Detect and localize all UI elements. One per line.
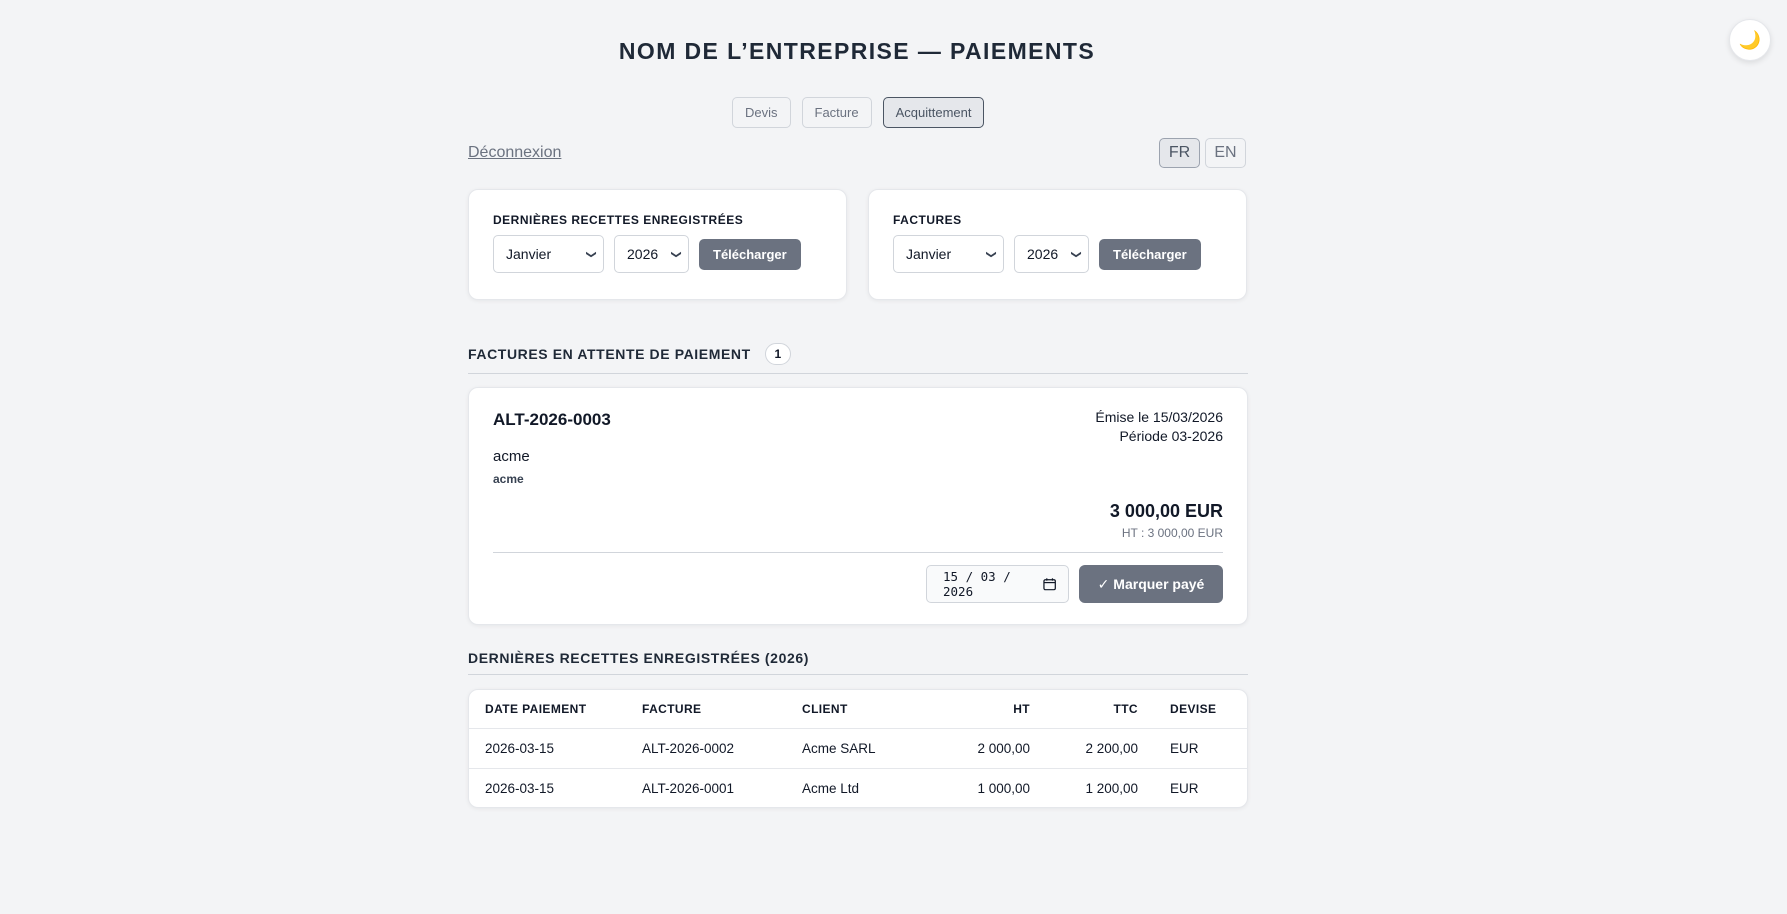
- invoices-year-value: 2026: [1027, 246, 1059, 262]
- invoice-client-sub: acme: [493, 472, 524, 486]
- invoices-month-value: Janvier: [906, 246, 952, 262]
- receipts-year-value: 2026: [627, 246, 659, 262]
- pending-count-badge: 1: [764, 343, 791, 365]
- payment-date-value: 15 / 03 / 2026: [943, 569, 1011, 599]
- cell-invoice: ALT-2026-0001: [642, 780, 735, 796]
- column-header-invoice: FACTURE: [642, 690, 802, 729]
- divider: [493, 552, 1223, 553]
- calendar-icon[interactable]: [1043, 577, 1056, 591]
- column-header-ttc: TTC: [1030, 690, 1138, 729]
- chevron-down-icon: ❯: [585, 249, 597, 259]
- receipts-section-title: DERNIÈRES RECETTES ENREGISTRÉES (2026): [468, 649, 809, 666]
- document-nav: Devis Facture Acquittement: [732, 97, 985, 128]
- invoice-ht-amount: HT : 3 000,00 EUR: [1121, 526, 1223, 540]
- column-header-date: DATE PAIEMENT: [469, 690, 642, 729]
- column-header-ht: HT: [932, 690, 1030, 729]
- chevron-down-icon: ❯: [1070, 249, 1082, 259]
- export-receipts-card: DERNIÈRES RECETTES ENREGISTRÉES Janvier …: [468, 189, 847, 300]
- pending-section-header: FACTURES EN ATTENTE DE PAIEMENT 1: [468, 343, 1248, 374]
- cell-ttc: 1 200,00: [1085, 780, 1138, 796]
- cell-currency: EUR: [1138, 728, 1247, 769]
- receipts-month-value: Janvier: [506, 246, 552, 262]
- invoices-year-select[interactable]: 2026 ❯: [1014, 235, 1089, 273]
- receipts-table-card: DATE PAIEMENT FACTURE CLIENT HT TTC DEVI…: [468, 689, 1248, 808]
- chevron-down-icon: ❯: [670, 249, 682, 259]
- lang-en-button[interactable]: EN: [1205, 138, 1246, 168]
- lang-fr-button[interactable]: FR: [1159, 138, 1200, 168]
- cell-payment-date: 2026-03-15: [485, 780, 555, 796]
- receipts-section-header: DERNIÈRES RECETTES ENREGISTRÉES (2026): [468, 649, 1248, 675]
- logout-link[interactable]: Déconnexion: [468, 144, 561, 162]
- cell-client: Acme SARL: [802, 728, 932, 769]
- cell-currency: EUR: [1170, 780, 1199, 796]
- invoices-month-select[interactable]: Janvier ❯: [893, 235, 1004, 273]
- theme-toggle-button[interactable]: 🌙: [1729, 19, 1771, 61]
- column-header-client: CLIENT: [802, 690, 932, 729]
- cell-payment-date: 2026-03-15: [469, 728, 642, 769]
- nav-facture-button[interactable]: Facture: [801, 97, 872, 128]
- receipts-download-button[interactable]: Télécharger: [699, 238, 801, 270]
- cell-ht: 2 000,00: [932, 728, 1030, 769]
- payment-date-input[interactable]: 15 / 03 / 2026: [926, 565, 1069, 603]
- pending-invoice-card: ALT-2026-0003 Émise le 15/03/2026 Périod…: [468, 387, 1248, 625]
- invoice-client: acme: [493, 448, 530, 465]
- table-row: 2026-03-15 ALT-2026-0002 Acme SARL 2 000…: [469, 728, 1247, 769]
- table-header-row: DATE PAIEMENT FACTURE CLIENT HT TTC DEVI…: [469, 690, 1247, 729]
- nav-acquittement-button[interactable]: Acquittement: [882, 97, 985, 128]
- export-invoices-card: FACTURES Janvier ❯ 2026 ❯ Télécharger: [868, 189, 1247, 300]
- chevron-down-icon: ❯: [985, 249, 997, 259]
- invoice-period: Période 03-2026: [1119, 428, 1223, 444]
- receipts-table: DATE PAIEMENT FACTURE CLIENT HT TTC DEVI…: [469, 690, 1247, 807]
- invoice-amount: 3 000,00 EUR: [1109, 501, 1223, 521]
- cell-ht: 1 000,00: [977, 780, 1030, 796]
- page-title: NOM DE L’ENTREPRISE — PAIEMENTS: [618, 38, 1096, 64]
- nav-devis-button[interactable]: Devis: [732, 97, 791, 128]
- pending-section-title: FACTURES EN ATTENTE DE PAIEMENT: [468, 346, 751, 362]
- language-switcher: FR EN: [1159, 138, 1246, 168]
- export-receipts-title: DERNIÈRES RECETTES ENREGISTRÉES: [493, 213, 744, 227]
- moon-icon: 🌙: [1738, 29, 1762, 50]
- invoice-emitted-date: Émise le 15/03/2026: [1095, 409, 1223, 425]
- invoices-download-button[interactable]: Télécharger: [1099, 238, 1201, 270]
- cell-client: Acme Ltd: [802, 780, 860, 796]
- receipts-month-select[interactable]: Janvier ❯: [493, 235, 604, 273]
- table-row: 2026-03-15 ALT-2026-0001 Acme Ltd 1 000,…: [469, 768, 1247, 807]
- cell-invoice: ALT-2026-0002: [642, 728, 802, 769]
- cell-ttc: 2 200,00: [1030, 728, 1138, 769]
- receipts-year-select[interactable]: 2026 ❯: [614, 235, 689, 273]
- invoice-number: ALT-2026-0003: [493, 410, 611, 429]
- column-header-currency: DEVISE: [1138, 690, 1247, 729]
- mark-paid-button[interactable]: ✓ Marquer payé: [1079, 565, 1223, 603]
- export-invoices-title: FACTURES: [893, 213, 962, 227]
